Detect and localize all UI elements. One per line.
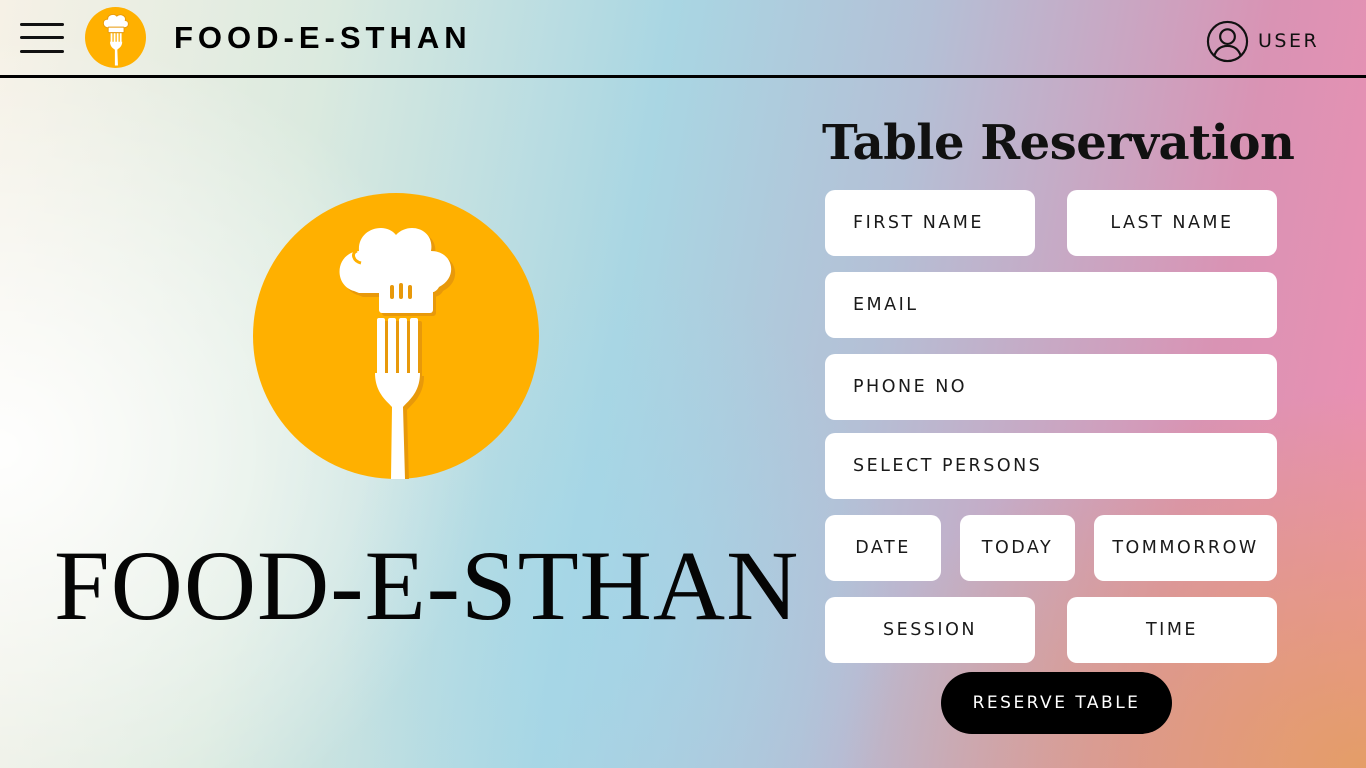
tomorrow-option-button[interactable]: TOMMORROW — [1094, 515, 1277, 581]
user-circle-icon — [1206, 20, 1249, 62]
user-label: USER — [1258, 30, 1320, 52]
phone-field[interactable]: PHONE NO — [825, 354, 1277, 420]
restaurant-logo-large — [253, 193, 539, 479]
time-select[interactable]: TIME — [1067, 597, 1277, 663]
today-option-button[interactable]: TODAY — [960, 515, 1075, 581]
date-picker-button[interactable]: DATE — [825, 515, 941, 581]
user-account-button[interactable]: USER — [1206, 19, 1319, 63]
brand-name[interactable]: FOOD-E-STHAN — [174, 20, 472, 56]
top-navbar: FOOD-E-STHAN USER — [0, 0, 1366, 78]
session-select[interactable]: SESSION — [825, 597, 1035, 663]
email-field[interactable]: EMAIL — [825, 272, 1277, 338]
last-name-field[interactable]: LAST NAME — [1067, 190, 1277, 256]
hero-brand-title: FOOD-E-STHAN — [54, 530, 800, 641]
brand-logo-icon[interactable] — [85, 7, 146, 68]
form-title: Table Reservation — [822, 115, 1295, 171]
first-name-field[interactable]: FIRST NAME — [825, 190, 1035, 256]
reserve-table-button[interactable]: RESERVE TABLE — [941, 672, 1172, 734]
select-persons-dropdown[interactable]: SELECT PERSONS — [825, 433, 1277, 499]
hamburger-menu-icon[interactable] — [20, 22, 64, 54]
